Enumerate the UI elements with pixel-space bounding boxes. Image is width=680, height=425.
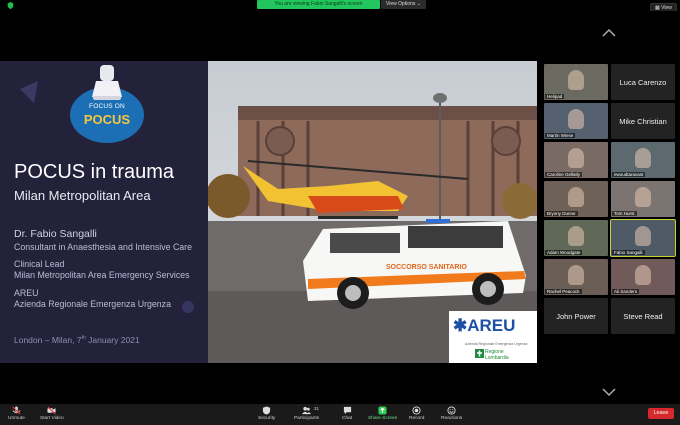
participant-video xyxy=(568,265,584,285)
participant-tile[interactable]: Fabio Sangalli xyxy=(610,219,676,257)
slide-text-panel: FOCUS ON POCUS POCUS in trauma Milan Met… xyxy=(0,61,208,363)
participant-video xyxy=(635,148,651,168)
participant-name: Tom Hurst xyxy=(612,211,637,216)
star-of-life-icon: ✱ xyxy=(453,316,468,335)
security-label: Security xyxy=(258,416,276,421)
logo-text-pocus: POCUS xyxy=(83,112,131,127)
participant-tile[interactable]: Rachel Peacock xyxy=(544,259,608,295)
viewing-banner: You are viewing Fabio Sangalli's screen xyxy=(257,0,380,9)
areu-logo: ✱AREU Azienda Regionale Emergenza Urgenz… xyxy=(449,311,537,363)
participants-icon xyxy=(302,406,312,415)
participant-video xyxy=(635,265,651,285)
meeting-toolbar: Unmute Start Video Security Participants… xyxy=(0,404,680,425)
participant-video xyxy=(568,70,584,90)
unmute-button[interactable]: Unmute xyxy=(8,406,25,421)
participant-tile[interactable]: John Power xyxy=(544,298,608,334)
logo-text-focus: FOCUS ON xyxy=(89,103,125,110)
presenter-name: Dr. Fabio Sangalli xyxy=(14,228,97,240)
participant-video xyxy=(635,187,651,207)
security-button[interactable]: Security xyxy=(258,406,275,421)
participant-name: Helipad xyxy=(545,94,565,99)
lead-title: Clinical Lead xyxy=(14,259,65,269)
chat-icon xyxy=(343,406,351,415)
reactions-label: Reactions xyxy=(441,416,463,421)
start-video-button[interactable]: Start Video xyxy=(40,406,64,421)
participant-tile[interactable]: Helipad xyxy=(544,64,608,100)
unmute-label: Unmute xyxy=(8,416,25,421)
chevron-up-icon[interactable] xyxy=(602,29,616,37)
areu-full: Azienda Regionale Emergenza Urgenza xyxy=(14,299,171,309)
participant-name: Luca Carenzo xyxy=(619,77,667,87)
participant-name: Bryony Dunne xyxy=(545,211,578,216)
participant-name: Adam Woodgate xyxy=(545,250,583,255)
shield-icon xyxy=(263,406,271,415)
microphone-muted-icon xyxy=(12,406,21,415)
participant-tile[interactable]: Adam Woodgate xyxy=(544,220,608,256)
regione-lombardia-icon xyxy=(475,349,484,358)
participant-video xyxy=(568,187,584,207)
video-camera-muted-icon xyxy=(47,406,56,415)
participant-name: Ali Sanders xyxy=(612,289,640,294)
participant-tile[interactable]: Bryony Dunne xyxy=(544,181,608,217)
participants-label: Participants xyxy=(294,416,320,421)
areu-logo-subtitle: Azienda Regionale Emergenza Urgenza xyxy=(465,342,528,346)
record-icon xyxy=(412,406,421,415)
participant-tile[interactable]: Steve Read xyxy=(611,298,675,334)
lead-org: Milan Metropolitan Area Emergency Servic… xyxy=(14,270,190,280)
areu-logo-text: ✱AREU xyxy=(453,316,516,335)
participant-video xyxy=(568,148,584,168)
slide-subtitle: Milan Metropolitan Area xyxy=(14,188,151,203)
participant-tile[interactable]: ewoudtaravast xyxy=(611,142,675,178)
presenter-role: Consultant in Anaesthesia and Intensive … xyxy=(14,242,193,252)
participants-count: 31 xyxy=(314,406,320,411)
chevron-down-icon[interactable] xyxy=(602,388,616,396)
top-bar: You are viewing Fabio Sangalli's screen … xyxy=(0,0,680,13)
participant-video xyxy=(568,226,584,246)
participant-video xyxy=(635,226,651,246)
record-label: Record xyxy=(409,416,425,421)
shield-icon[interactable] xyxy=(7,2,14,9)
participant-name: ewoudtaravast xyxy=(612,172,646,177)
participant-name: Steve Read xyxy=(623,311,663,321)
chat-button[interactable]: Chat xyxy=(342,406,352,421)
chat-label: Chat xyxy=(342,416,353,421)
participant-gallery: Helipad Luca Carenzo Martin Wiese Mike Chri… xyxy=(537,11,680,404)
participant-video xyxy=(568,109,584,129)
participant-tile[interactable]: Ali Sanders xyxy=(611,259,675,295)
participant-tile[interactable]: Martin Wiese xyxy=(544,103,608,139)
areu-short: AREU xyxy=(14,288,39,298)
slide-title: POCUS in trauma xyxy=(14,161,175,183)
start-video-label: Start Video xyxy=(40,416,64,421)
decorative-circle-icon xyxy=(182,301,194,313)
decorative-shape-icon xyxy=(20,81,38,103)
participant-name: John Power xyxy=(556,311,596,321)
share-screen-button[interactable]: Share Screen xyxy=(368,406,397,421)
participant-name: Caroline Gellatly xyxy=(545,172,583,177)
participants-button[interactable]: Participants 31 xyxy=(294,406,319,421)
focus-on-pocus-logo: FOCUS ON POCUS xyxy=(66,63,148,145)
view-options-button[interactable]: View Options ⌄ xyxy=(381,0,426,9)
record-button[interactable]: Record xyxy=(409,406,424,421)
participant-tile[interactable]: Mike Christian xyxy=(611,103,675,139)
participant-name: Martin Wiese xyxy=(545,133,576,138)
slide-footer: London – Milan, 7th January 2021 xyxy=(14,335,140,345)
participant-name: Mike Christian xyxy=(619,116,667,126)
share-screen-icon xyxy=(378,406,387,415)
participant-tile[interactable]: Luca Carenzo xyxy=(611,64,675,100)
shared-screen: FOCUS ON POCUS POCUS in trauma Milan Met… xyxy=(0,61,537,363)
participant-tile[interactable]: Tom Hurst xyxy=(611,181,675,217)
reactions-button[interactable]: Reactions xyxy=(441,406,462,421)
participant-name: Rachel Peacock xyxy=(545,289,582,294)
leave-button[interactable]: Leave xyxy=(648,408,674,419)
ambulance-text: SOCCORSO SANITARIO xyxy=(386,264,467,271)
reactions-icon xyxy=(447,406,456,415)
share-screen-label: Share Screen xyxy=(368,416,398,421)
participant-tile[interactable]: Caroline Gellatly xyxy=(544,142,608,178)
participant-name: Fabio Sangalli xyxy=(612,250,645,255)
regione-lombardia-text: Regione Lombardia xyxy=(485,349,509,361)
